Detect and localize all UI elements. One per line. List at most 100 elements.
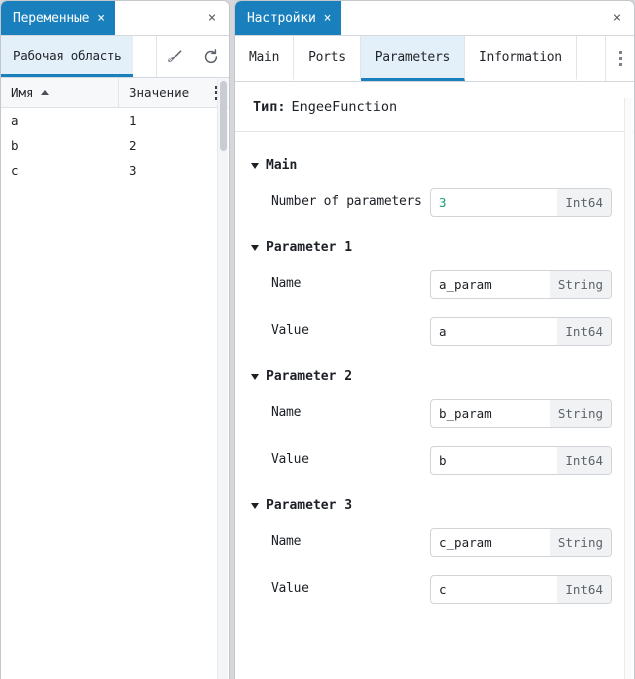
tab-parameters-label: Parameters <box>374 49 451 65</box>
parameter-3-name-control[interactable]: String <box>430 528 612 557</box>
variables-panel-close-icon[interactable]: × <box>195 1 229 35</box>
table-row[interactable]: b 2 <box>1 133 229 158</box>
field-parameter-1-name: Name String <box>235 261 634 308</box>
type-badge: Int64 <box>557 447 611 474</box>
parameter-2-value-input[interactable] <box>431 447 558 474</box>
type-badge: Int64 <box>557 576 611 603</box>
column-header-name[interactable]: Имя <box>1 78 119 107</box>
field-parameter-3-name: Name String <box>235 519 634 566</box>
refresh-variables-button[interactable] <box>193 36 229 77</box>
broom-icon <box>166 48 184 66</box>
parameter-3-value-control[interactable]: Int64 <box>430 575 612 604</box>
field-label: Name <box>271 276 302 291</box>
settings-panel-close-icon[interactable]: × <box>600 1 634 35</box>
number-of-parameters-input[interactable] <box>431 189 558 216</box>
parameters-scroll-area: Main Number of parameters Int64 Paramete… <box>235 132 634 679</box>
parameter-1-value-input[interactable] <box>431 318 558 345</box>
tab-main-label: Main <box>249 49 280 65</box>
refresh-icon <box>202 48 220 66</box>
settings-kebab-menu-icon[interactable] <box>606 36 634 81</box>
field-parameter-2-name: Name String <box>235 390 634 437</box>
parameters-scrollbar[interactable] <box>624 98 633 679</box>
variables-scrollbar-thumb[interactable] <box>220 81 227 151</box>
tab-ports[interactable]: Ports <box>294 36 361 81</box>
field-label: Number of parameters <box>271 194 422 209</box>
cell-name: b <box>11 138 19 153</box>
tab-variables-label: Переменные <box>13 10 90 26</box>
table-row[interactable]: c 3 <box>1 158 229 183</box>
tab-main[interactable]: Main <box>235 36 295 81</box>
variables-table-body: a 1 b 2 c 3 <box>1 108 229 679</box>
tab-information[interactable]: Information <box>465 36 577 81</box>
table-row[interactable]: a 1 <box>1 108 229 133</box>
chevron-down-icon <box>251 373 259 380</box>
field-label: Value <box>271 452 309 467</box>
number-of-parameters-control[interactable]: Int64 <box>430 188 612 217</box>
subtab-workspace[interactable]: Рабочая область <box>1 36 134 77</box>
type-badge: String <box>549 529 611 556</box>
tab-variables[interactable]: Переменные × <box>1 1 115 35</box>
settings-panel: Настройки × × Main Ports Parameters Info… <box>234 0 635 679</box>
chevron-down-icon <box>251 244 259 251</box>
clear-variables-button[interactable] <box>157 36 193 77</box>
column-header-value[interactable]: Значение <box>119 78 203 107</box>
variables-subtoolbar: Рабочая область <box>1 36 229 78</box>
tab-parameters[interactable]: Parameters <box>360 36 466 81</box>
section-header-main-label: Main <box>266 158 298 173</box>
tab-information-label: Information <box>479 49 562 65</box>
column-header-value-label: Значение <box>129 85 190 100</box>
variables-table-header: Имя Значение <box>1 78 229 108</box>
section-header-parameter-1-label: Parameter 1 <box>266 240 353 255</box>
field-parameter-1-value: Value Int64 <box>235 308 634 355</box>
variables-tabstrip: Переменные × × <box>1 1 229 36</box>
settings-tab-bar-filler <box>577 36 606 81</box>
block-type-row: Тип: EngeeFunction <box>235 82 634 132</box>
type-badge: Int64 <box>557 318 611 345</box>
app-root: Переменные × × Рабочая область Имя Значе… <box>0 0 635 679</box>
parameter-1-name-input[interactable] <box>431 271 550 298</box>
section-header-parameter-2[interactable]: Parameter 2 <box>235 355 634 390</box>
parameter-3-name-input[interactable] <box>431 529 550 556</box>
sort-ascending-icon <box>40 90 49 95</box>
type-badge: String <box>549 400 611 427</box>
settings-tabstrip-filler <box>341 1 600 35</box>
tab-settings-close-icon[interactable]: × <box>324 12 332 25</box>
settings-tabstrip: Настройки × × <box>235 1 634 36</box>
section-header-parameter-2-label: Parameter 2 <box>266 369 353 384</box>
variables-scrollbar[interactable] <box>217 79 228 679</box>
section-header-parameter-1[interactable]: Parameter 1 <box>235 226 634 261</box>
parameter-1-value-control[interactable]: Int64 <box>430 317 612 346</box>
parameter-2-name-control[interactable]: String <box>430 399 612 428</box>
tab-settings[interactable]: Настройки × <box>235 1 342 35</box>
section-header-parameter-3-label: Parameter 3 <box>266 498 353 513</box>
tab-variables-close-icon[interactable]: × <box>97 12 105 25</box>
subtoolbar-gap <box>133 36 157 77</box>
chevron-down-icon <box>251 162 259 169</box>
tab-ports-label: Ports <box>308 49 346 65</box>
field-label: Name <box>271 534 302 549</box>
chevron-down-icon <box>251 502 259 509</box>
cell-value: 1 <box>129 113 137 128</box>
field-parameter-2-value: Value Int64 <box>235 437 634 484</box>
field-parameter-3-value: Value Int64 <box>235 566 634 613</box>
type-badge: Int64 <box>557 189 611 216</box>
cell-name: a <box>11 113 19 128</box>
field-label: Value <box>271 323 309 338</box>
cell-name: c <box>11 163 19 178</box>
block-type-value: EngeeFunction <box>291 98 398 115</box>
settings-tab-bar: Main Ports Parameters Information <box>235 36 634 82</box>
parameter-3-value-input[interactable] <box>431 576 558 603</box>
parameter-2-value-control[interactable]: Int64 <box>430 446 612 475</box>
section-header-main[interactable]: Main <box>235 144 634 179</box>
section-header-parameter-3[interactable]: Parameter 3 <box>235 484 634 519</box>
parameter-1-name-control[interactable]: String <box>430 270 612 299</box>
tab-settings-label: Настройки <box>247 10 316 26</box>
cell-value: 2 <box>129 138 137 153</box>
variables-tabstrip-filler <box>114 1 195 35</box>
column-header-name-label: Имя <box>11 85 34 100</box>
parameter-2-name-input[interactable] <box>431 400 550 427</box>
field-label: Name <box>271 405 302 420</box>
cell-value: 3 <box>129 163 137 178</box>
type-badge: String <box>549 271 611 298</box>
variables-panel: Переменные × × Рабочая область Имя Значе… <box>0 0 230 679</box>
